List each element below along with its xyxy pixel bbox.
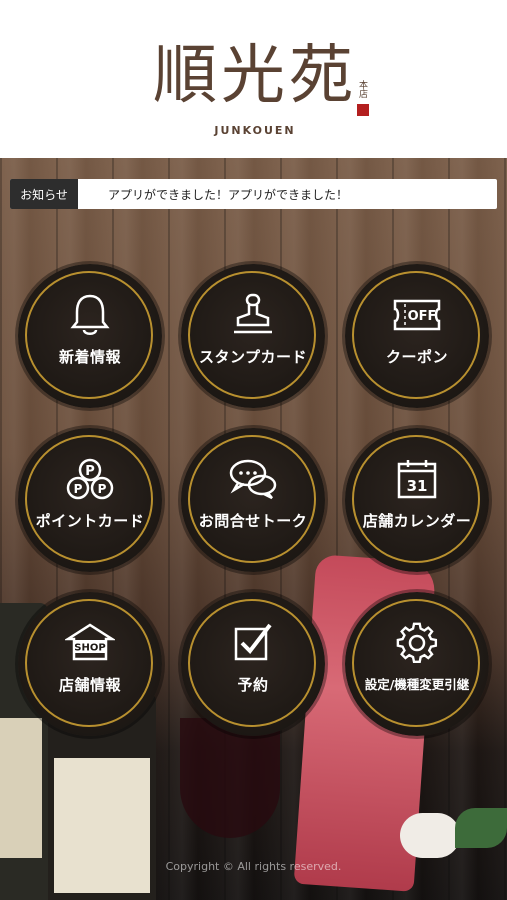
- logo-subtitle: JUNKOUEN: [214, 124, 296, 137]
- stamp-icon: [228, 292, 278, 338]
- menu-coupon-button[interactable]: OFF クーポン: [345, 264, 489, 408]
- seal-stamp-icon: [357, 104, 369, 116]
- seal-text: 本店: [357, 80, 367, 98]
- app-header: 順光苑 本店 JUNKOUEN: [0, 0, 507, 158]
- point-icon: P P P: [65, 456, 115, 502]
- menu-label: 設定/機種変更引継: [364, 677, 470, 692]
- copyright-text: Copyright © All rights reserved.: [165, 860, 342, 873]
- coupon-icon-text: OFF: [408, 309, 437, 324]
- gear-icon: [392, 620, 442, 666]
- point-icon-text: P: [74, 482, 83, 496]
- main-area: お知らせ アプリができました！アプリができました！ 新着情報 スタンプカード O…: [0, 158, 507, 900]
- menu-store-info-button[interactable]: SHOP 店舗情報: [18, 592, 162, 736]
- coupon-icon: OFF: [392, 292, 442, 338]
- menu-label: 店舗情報: [58, 676, 121, 694]
- menu-label: クーポン: [385, 348, 448, 366]
- point-icon-text: P: [85, 464, 95, 479]
- bell-icon: [65, 292, 115, 338]
- menu-store-calendar-button[interactable]: 31 店舗カレンダー: [345, 428, 489, 572]
- menu-settings-button[interactable]: 設定/機種変更引継: [345, 592, 489, 736]
- point-icon-text: P: [98, 482, 107, 496]
- wine-glass-image: [180, 718, 280, 838]
- calendar-icon-text: 31: [407, 477, 428, 495]
- menu-label: スタンプカード: [198, 348, 308, 366]
- menu-reservation-button[interactable]: 予約: [181, 592, 325, 736]
- news-ticker[interactable]: お知らせ アプリができました！アプリができました！: [10, 179, 497, 209]
- news-text: アプリができました！アプリができました！: [108, 187, 349, 202]
- wine-label-image: [0, 718, 42, 858]
- leaf-image: [455, 808, 507, 848]
- calendar-icon: 31: [392, 456, 442, 502]
- shop-icon-text: SHOP: [74, 643, 105, 654]
- menu-label: 店舗カレンダー: [362, 512, 472, 530]
- flower-image: [400, 813, 460, 858]
- logo-title: 順光苑: [153, 39, 357, 113]
- menu-label: 新着情報: [58, 348, 121, 366]
- logo-seal: 本店: [355, 80, 371, 122]
- menu-news-button[interactable]: 新着情報: [18, 264, 162, 408]
- menu-label: ポイントカード: [35, 512, 145, 530]
- shop-icon: SHOP: [65, 620, 115, 666]
- menu-stamp-card-button[interactable]: スタンプカード: [181, 264, 325, 408]
- reservation-icon: [228, 620, 278, 666]
- news-label: お知らせ: [10, 179, 78, 209]
- menu-point-card-button[interactable]: P P P ポイントカード: [18, 428, 162, 572]
- menu-label: お問合せトーク: [198, 512, 308, 530]
- menu-label: 予約: [237, 676, 269, 694]
- menu-inquiry-talk-button[interactable]: お問合せトーク: [181, 428, 325, 572]
- chat-icon: [228, 456, 278, 502]
